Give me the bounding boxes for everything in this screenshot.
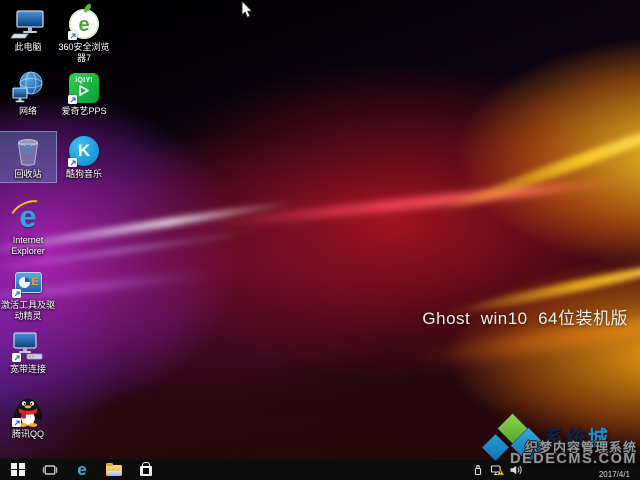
leaf-shape [82,3,93,13]
desktop-icon-broadband-connection[interactable]: 宽带连接 [0,327,56,377]
kugou-music-icon: K [67,134,101,168]
tencent-qq-icon [11,394,45,428]
desktop-icon-tencent-qq[interactable]: 腾讯QQ [0,392,56,442]
desktop-icon-kugou-music[interactable]: K 酷狗音乐 [56,132,112,182]
os-edition-text: Ghost win10 64位装机版 [422,309,628,328]
this-pc-icon [11,7,45,41]
desktop-icon-iqiyi-pps[interactable]: iQIYI 爱奇艺PPS [56,69,112,119]
wallpaper-streak [190,175,630,232]
shortcut-arrow-icon [68,31,77,40]
activation-logo-letter: E [31,276,39,288]
start-button[interactable] [4,459,32,480]
desktop-icon-network[interactable]: 网络 [0,69,56,119]
file-explorer-icon [106,462,122,476]
desktop-icon-360-browser[interactable]: e 360安全浏览器7 [56,3,112,66]
edge-taskbar-button[interactable]: e [68,459,96,480]
desktop-icon-this-pc[interactable]: 此电脑 [0,5,56,55]
shortcut-arrow-icon [12,289,21,298]
iqiyi-pps-icon: iQIYI [67,71,101,105]
store-icon [140,461,152,476]
task-view-icon [42,464,58,475]
icon-label: 激活工具及驱动精灵 [0,300,55,321]
activation-tool-icon: E [11,265,45,299]
pie-shape [18,276,30,288]
usb-device-tray-icon[interactable] [470,462,486,478]
desktop-icon-recycle-bin[interactable]: ♻ 回收站 [0,131,57,183]
desktop-icon-internet-explorer[interactable]: e Internet Explorer [0,195,56,259]
icon-label: 腾讯QQ [11,429,44,439]
shortcut-arrow-icon [12,418,21,427]
shortcut-arrow-icon [68,158,77,167]
kugou-logo-letter: K [77,141,91,160]
windows-logo-icon [11,462,25,477]
icon-label: Internet Explorer [11,235,45,256]
360-logo-letter: e [78,13,90,36]
task-view-button[interactable] [36,459,64,480]
recycle-symbol: ♻ [22,142,34,157]
network-icon [11,71,45,105]
file-explorer-taskbar-button[interactable] [100,459,128,480]
icon-label: 此电脑 [14,42,42,52]
wallpaper-streak [436,110,640,219]
taskbar-clock-date[interactable]: 2017/4/1 [599,470,630,479]
shortcut-arrow-icon [68,95,77,104]
icon-label: 宽带连接 [9,364,46,374]
desktop-icon-activation-tool[interactable]: E 激活工具及驱动精灵 [0,263,56,324]
icon-label: 酷狗音乐 [65,169,102,179]
360-browser-icon: e [67,3,101,41]
internet-explorer-icon: e [6,195,49,234]
icon-label: 360安全浏览器7 [58,42,110,63]
iqiyi-logo-text: iQIYI [75,77,93,84]
broadband-connection-icon [11,329,45,363]
edge-icon: e [77,460,87,479]
icon-label: 回收站 [14,169,42,179]
icon-label: 网络 [18,106,37,116]
store-taskbar-button[interactable] [132,459,160,480]
network-warning-tray-icon[interactable] [489,462,505,478]
volume-tray-icon[interactable] [508,462,524,478]
recycle-bin-icon: ♻ [11,134,45,168]
shortcut-arrow-icon [12,353,21,362]
taskbar: e [0,458,640,480]
icon-label: 爱奇艺PPS [61,106,107,116]
